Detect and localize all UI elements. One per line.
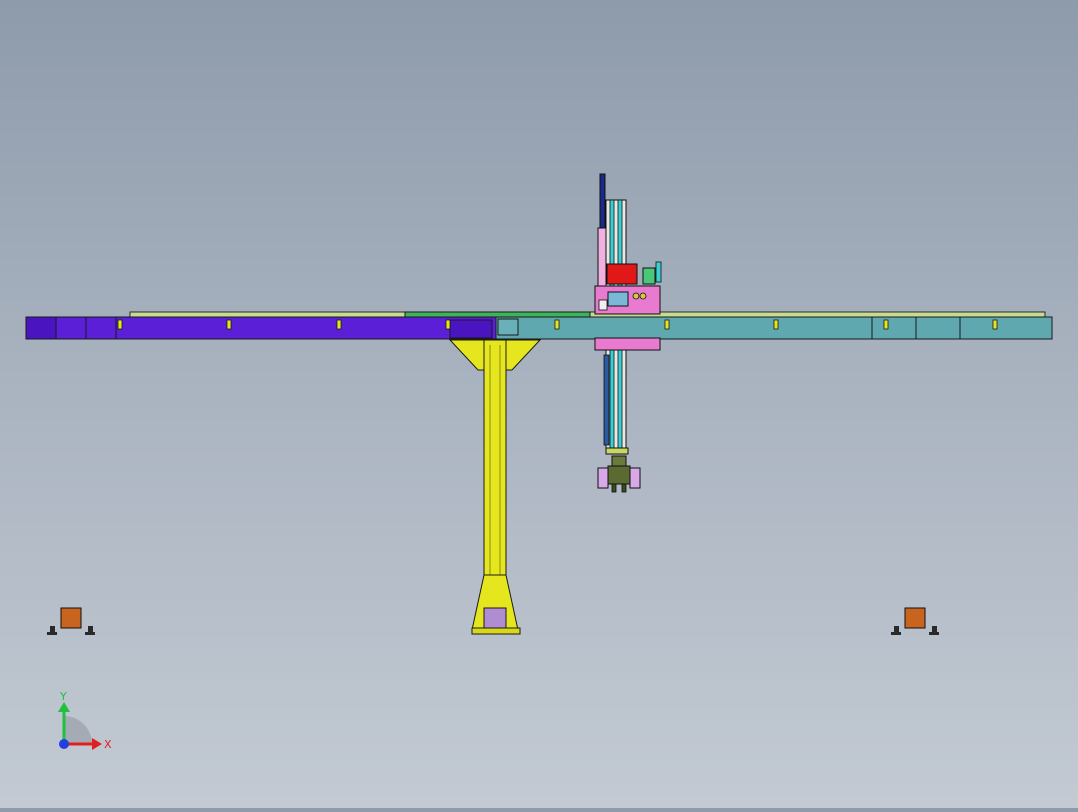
y-axis-label: Y [59, 690, 67, 703]
pillar-base-plate [483, 607, 507, 629]
foot-right[interactable] [891, 607, 939, 635]
foot-left[interactable] [47, 607, 95, 635]
x-axis-label: X [104, 738, 112, 751]
cad-viewport[interactable]: Y X [0, 0, 1078, 808]
support-pillar[interactable] [448, 339, 542, 635]
gantry-robot-model[interactable]: Y X [0, 0, 1078, 808]
drive-motor [606, 263, 638, 285]
gripper[interactable] [597, 455, 641, 493]
mast-motor [599, 173, 606, 230]
coordinate-triad: Y X [58, 690, 112, 751]
z-axis-dot [59, 739, 69, 749]
main-beam[interactable] [25, 311, 1053, 340]
